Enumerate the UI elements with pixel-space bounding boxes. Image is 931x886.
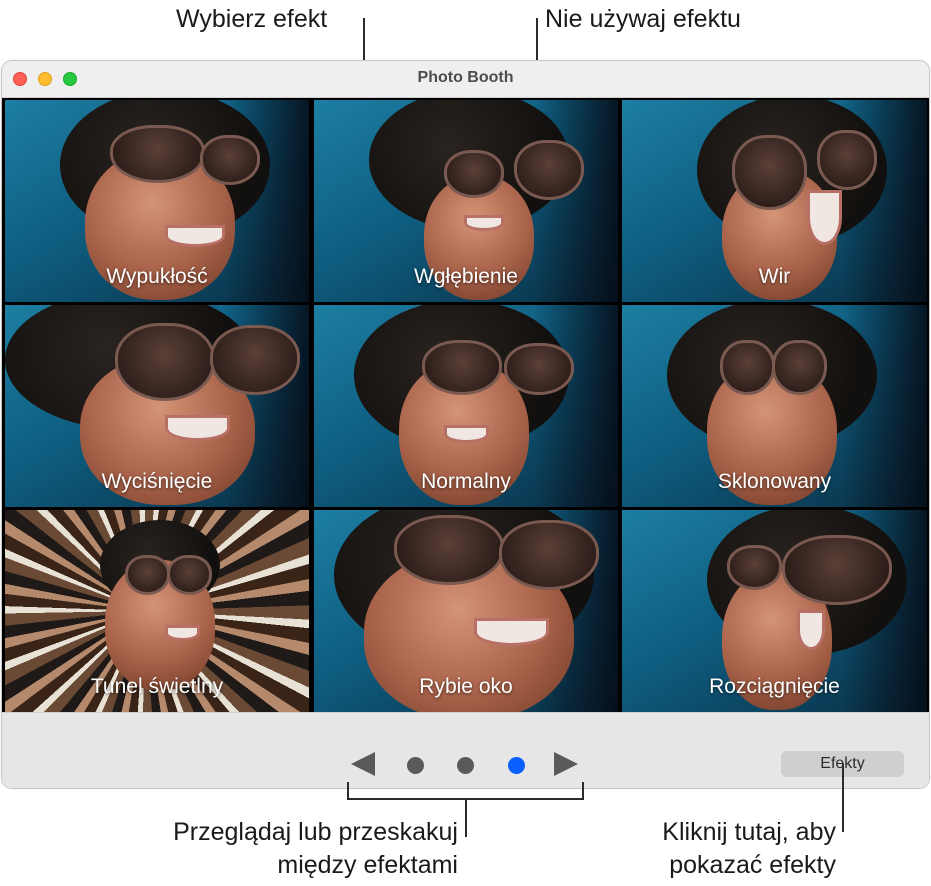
mouth [165,225,225,247]
page-dot-1[interactable] [407,757,424,774]
previous-page-arrow-icon[interactable] [351,752,375,776]
effect-label: Rybie oko [419,675,513,698]
effect-label: Wypukłość [106,265,208,288]
sunglasses-lens [727,545,782,590]
effect-tile-normal[interactable]: Normalny [314,305,618,507]
sunglasses-lens [115,323,215,401]
mouth [474,618,549,646]
bottom-toolbar: Efekty [2,712,929,788]
sunglasses-lens [110,125,205,183]
callout-click-here: Kliknij tutaj, aby pokazać efekty [662,818,836,879]
sunglasses-lens [782,535,892,605]
sunglasses-lens [444,150,504,198]
sunglasses-lens [210,325,300,395]
callout-choose-effect: Wybierz efekt [176,5,328,33]
mouth [444,425,489,443]
sunglasses-lens [720,340,775,395]
sunglasses-lens [732,135,807,210]
sunglasses-lens [167,555,212,595]
sunglasses-lens [772,340,827,395]
mouth [165,415,230,441]
mouth [797,610,825,650]
bracket-line-left [347,782,349,800]
sunglasses-lens [125,555,170,595]
effect-label: Sklonowany [717,470,832,493]
effect-label: Tunel świetlny [90,675,224,698]
mouth [165,625,200,641]
sunglasses-lens [499,520,599,590]
effect-label: Wyciśnięcie [101,470,213,493]
sunglasses-lens [817,130,877,190]
effect-tile-mirror[interactable]: Sklonowany [622,305,927,507]
sunglasses-lens [504,343,574,395]
mouth [464,215,504,231]
photo-booth-window: Photo Booth Wypukłość Wgłębienie Wir Wyc… [1,60,930,789]
sunglasses-lens [200,135,260,185]
sunglasses-lens [514,140,584,200]
effect-label: Wgłębienie [414,265,518,288]
mouth [807,190,842,245]
page-dot-3[interactable] [508,757,525,774]
effect-tile-squeeze[interactable]: Wyciśnięcie [5,305,309,507]
effect-label: Normalny [421,470,511,493]
effect-tile-light-tunnel[interactable]: Tunel świetlny [5,510,309,712]
callout-no-effect: Nie używaj efektu [545,5,741,33]
effect-tile-stretch[interactable]: Rozciągnięcie [622,510,927,712]
window-title: Photo Booth [417,69,514,86]
next-page-arrow-icon[interactable] [554,752,578,776]
sunglasses-lens [422,340,502,395]
effect-tile-twirl[interactable]: Wir [622,100,927,302]
bracket-line-stem [465,799,467,837]
effect-tile-bulge[interactable]: Wypukłość [5,100,309,302]
bracket-line-right [582,782,584,800]
title-bar: Photo Booth [2,61,929,98]
callout-browse-effects: Przeglądaj lub przeskakuj między efektam… [173,818,458,879]
callout-line-effects-button [842,764,844,832]
effect-label: Wir [758,265,791,288]
effect-label: Rozciągnięcie [709,675,840,698]
effect-tile-fisheye[interactable]: Rybie oko [314,510,618,712]
sunglasses-lens [394,515,504,585]
page-dot-2[interactable] [457,757,474,774]
effects-grid: Wypukłość Wgłębienie Wir Wyciśnięcie Nor… [2,98,929,712]
effect-tile-dent[interactable]: Wgłębienie [314,100,618,302]
